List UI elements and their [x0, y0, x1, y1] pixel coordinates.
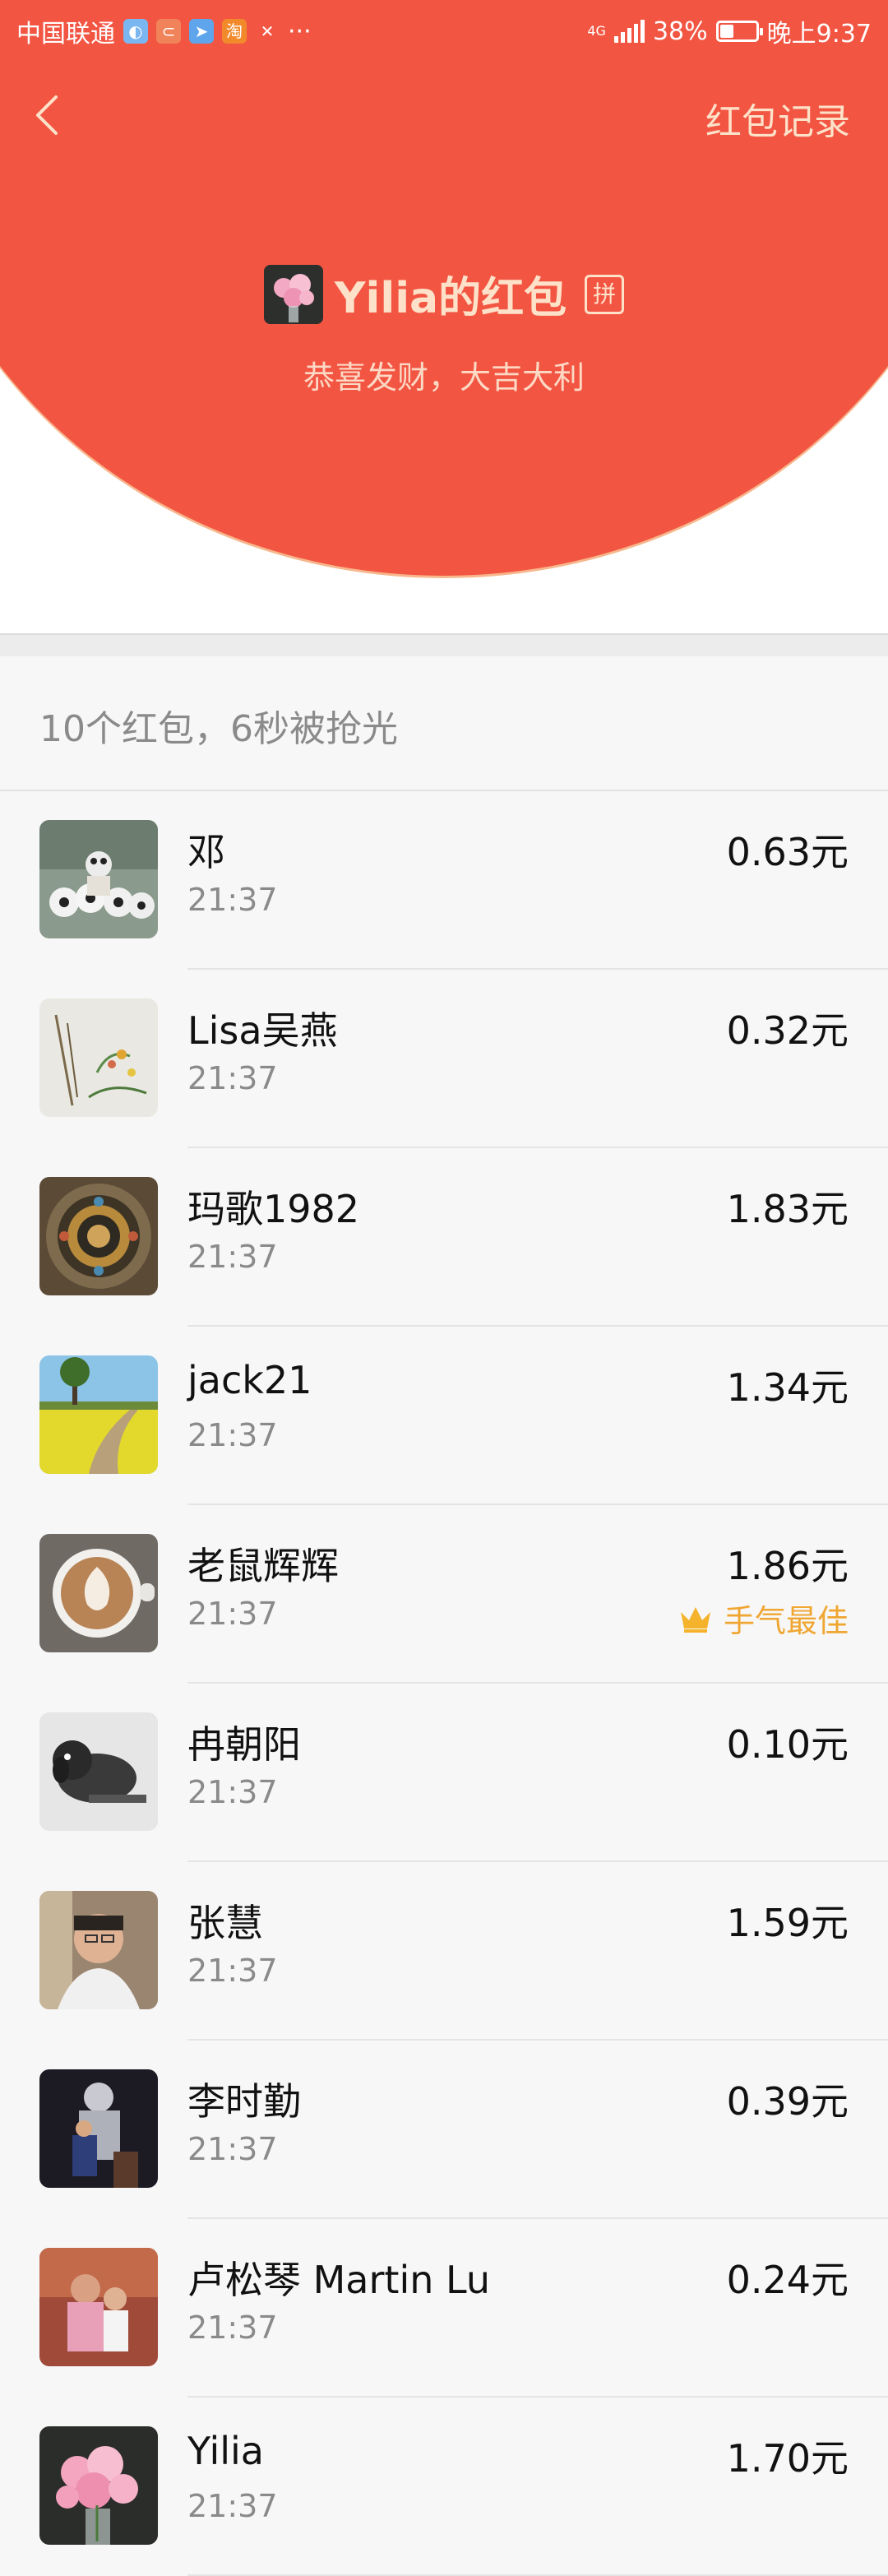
- pin-icon: 拼: [585, 274, 625, 314]
- record-row[interactable]: Yilia 21:37 1.70元: [0, 2398, 888, 2576]
- chat-icon: ⊂: [156, 19, 181, 44]
- sender-row: Yilia的红包 拼: [0, 263, 888, 325]
- avatar[interactable]: [39, 998, 158, 1117]
- amount: 1.83元: [726, 1187, 849, 1231]
- grab-time: 21:37: [187, 882, 278, 918]
- recipient-name: 李时勤: [187, 2079, 301, 2124]
- grab-time: 21:37: [187, 1417, 278, 1453]
- recipient-name: 冉朝阳: [187, 1722, 301, 1767]
- recipient-name: 卢松琴 Martin Lu: [187, 2258, 490, 2302]
- amount: 0.24元: [726, 2258, 849, 2302]
- grab-time: 21:37: [187, 2131, 278, 2167]
- crown-icon: [680, 1606, 710, 1633]
- qq-icon: ◐: [123, 19, 148, 44]
- battery-percent: 38%: [652, 16, 708, 46]
- recipient-name: 张慧: [187, 1901, 263, 1945]
- recipient-name: 邓: [187, 830, 225, 874]
- avatar[interactable]: [39, 820, 158, 938]
- amount: 0.32元: [726, 1008, 849, 1053]
- carrier-label: 中国联通: [16, 20, 115, 49]
- battery-icon: [715, 21, 763, 42]
- recipient-name: 老鼠辉辉: [187, 1544, 339, 1588]
- send-icon: ➤: [189, 19, 214, 44]
- record-row[interactable]: 张慧 21:37 1.59元: [0, 1862, 888, 2041]
- recipient-name: 玛歌1982: [187, 1187, 360, 1231]
- more-notifications: ···: [288, 16, 312, 46]
- recipient-name: jack21: [187, 1358, 312, 1402]
- avatar[interactable]: [39, 2069, 158, 2188]
- amount: 1.70元: [726, 2436, 849, 2481]
- amount: 0.10元: [726, 1722, 849, 1767]
- amount: 1.34元: [726, 1365, 849, 1410]
- grab-time: 21:37: [187, 2310, 278, 2346]
- amount: 1.86元: [726, 1544, 849, 1588]
- amount: 0.39元: [726, 2079, 849, 2124]
- grab-time: 21:37: [187, 1774, 278, 1810]
- record-row[interactable]: 冉朝阳 21:37 0.10元: [0, 1684, 888, 1862]
- amount: 1.59元: [726, 1901, 849, 1945]
- recipient-name: Lisa吴燕: [187, 1008, 338, 1053]
- status-bar: 中国联通 ◐ ⊂ ➤ 淘 ✕ ··· 4G 38% 晚上9:37: [0, 0, 888, 59]
- record-row[interactable]: 邓 21:37 0.63元: [0, 791, 888, 970]
- grab-time: 21:37: [187, 2488, 278, 2524]
- amount: 0.63元: [726, 830, 849, 874]
- grab-time: 21:37: [187, 1239, 278, 1275]
- record-row[interactable]: 老鼠辉辉 21:37 1.86元手气最佳: [0, 1505, 888, 1684]
- record-row[interactable]: 卢松琴 Martin Lu 21:37 0.24元: [0, 2219, 888, 2398]
- section-divider: [0, 633, 888, 656]
- summary-text: 10个红包，6秒被抢光: [39, 708, 398, 750]
- record-row[interactable]: Lisa吴燕 21:37 0.32元: [0, 970, 888, 1148]
- record-link[interactable]: 红包记录: [705, 92, 850, 145]
- record-list: 邓 21:37 0.63元 Lisa吴燕 21:37 0.32元玛歌1982 21:37 1.…: [0, 791, 888, 2576]
- avatar[interactable]: [39, 2426, 158, 2545]
- best-luck-badge: 手气最佳: [678, 1596, 849, 1641]
- best-luck-label: 手气最佳: [723, 1603, 849, 1639]
- record-row[interactable]: 玛歌1982 21:37 1.83元: [0, 1148, 888, 1327]
- taobao-icon: 淘: [222, 19, 247, 44]
- grab-time: 21:37: [187, 1060, 278, 1096]
- record-row[interactable]: 李时勤 21:37 0.39元: [0, 2041, 888, 2219]
- clock: 晚上9:37: [766, 20, 872, 49]
- back-button[interactable]: [25, 90, 74, 140]
- record-row[interactable]: jack21 21:37 1.34元: [0, 1327, 888, 1505]
- greeting: 恭喜发财，大吉大利: [303, 359, 585, 396]
- battery-fill: [719, 25, 733, 38]
- network-type: 4G: [587, 23, 606, 39]
- signal-icon: [613, 20, 645, 43]
- grab-time: 21:37: [187, 1596, 278, 1632]
- grab-time: 21:37: [187, 1953, 278, 1989]
- app-icon: ✕: [260, 21, 275, 41]
- avatar[interactable]: [39, 1355, 158, 1474]
- avatar[interactable]: [39, 1177, 158, 1295]
- chevron-left-icon: [36, 95, 58, 135]
- avatar[interactable]: [39, 1891, 158, 2009]
- sender-avatar: [263, 264, 323, 324]
- header: 中国联通 ◐ ⊂ ➤ 淘 ✕ ··· 4G 38% 晚上9:37 红包记录 Yi…: [0, 0, 888, 633]
- avatar[interactable]: [39, 1712, 158, 1831]
- avatar[interactable]: [39, 1534, 158, 1652]
- sender-name: Yilia的红包: [334, 274, 567, 323]
- recipient-name: Yilia: [187, 2429, 264, 2473]
- avatar[interactable]: [39, 2248, 158, 2366]
